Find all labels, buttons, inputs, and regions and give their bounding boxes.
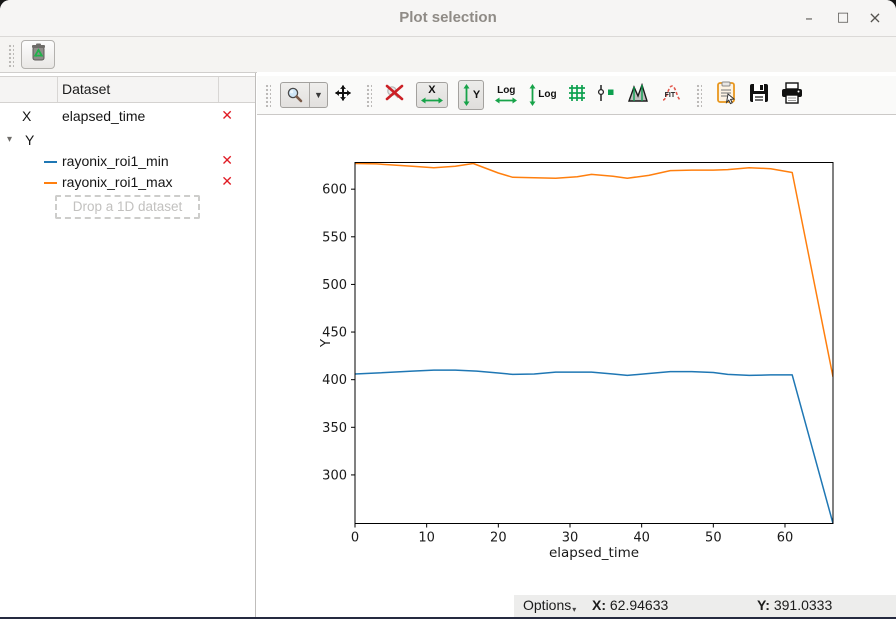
- plot-toolbar: ▼: [257, 76, 896, 115]
- clear-all-button[interactable]: [21, 40, 55, 69]
- y-group-label: Y: [25, 129, 34, 151]
- copy-icon: [714, 81, 738, 110]
- x-log-icon: Log: [494, 86, 518, 105]
- y-tick-label: 550: [322, 230, 347, 245]
- remove-y-min-icon[interactable]: ✕: [221, 151, 233, 172]
- maximize-button[interactable]: □: [828, 0, 858, 36]
- x-dataset-name: elapsed_time: [62, 103, 145, 129]
- x-autoscale-icon: X: [420, 85, 444, 105]
- histogram-icon: [627, 83, 651, 108]
- zoom-mode-button[interactable]: ▼: [280, 82, 328, 108]
- plot-curve-rayonix_roi1_min: [355, 370, 833, 523]
- plot-toolbar-drag-handle[interactable]: [264, 83, 271, 107]
- x-tick-label: 10: [418, 531, 435, 546]
- x-tick-label: 30: [562, 531, 579, 546]
- grid-icon: [567, 83, 587, 108]
- x-axis-role-label: X: [22, 103, 31, 129]
- y-dataset-row-min[interactable]: rayonix_roi1_min ✕: [0, 151, 255, 172]
- y-readout-label: Y:: [757, 597, 770, 613]
- cursor-y-readout: Y: 391.0333: [757, 597, 832, 613]
- x-tick-label: 60: [777, 531, 794, 546]
- zoom-back-icon: [384, 83, 406, 108]
- y-autoscale-icon: Y: [462, 83, 480, 107]
- x-log-button[interactable]: Log: [494, 86, 518, 105]
- y-log-icon: Log: [528, 83, 556, 107]
- cursor-x-readout: X: 62.94633: [592, 597, 668, 613]
- status-bar: Options▾ X: 62.94633 Y: 391.0333: [514, 595, 896, 617]
- y-tick-label: 450: [322, 326, 347, 341]
- zoom-icon: [281, 83, 309, 107]
- print-icon: [780, 82, 804, 109]
- toolbar-separator-handle[interactable]: [365, 83, 372, 107]
- dataset-panel: Dataset X elapsed_time ✕ ▾ Y rayonix_roi…: [0, 73, 256, 619]
- y-dataset-name-min: rayonix_roi1_min: [62, 151, 169, 172]
- recycle-trash-icon: [29, 42, 48, 67]
- dataset-table-header: Dataset: [0, 76, 255, 103]
- fit-button[interactable]: FIT: [661, 83, 683, 108]
- zoom-dropdown-arrow-icon[interactable]: ▼: [309, 83, 327, 107]
- y-tick-label: 400: [322, 373, 347, 388]
- y-readout-value: 391.0333: [774, 597, 832, 613]
- y-tick-label: 300: [322, 468, 347, 483]
- save-icon: [748, 82, 770, 109]
- grid-button[interactable]: [567, 83, 587, 108]
- remove-y-max-icon[interactable]: ✕: [221, 172, 233, 193]
- pan-icon: [333, 83, 353, 108]
- pan-button[interactable]: [333, 83, 353, 108]
- y-tick-label: 600: [322, 183, 347, 198]
- y-group-row[interactable]: ▾ Y: [0, 129, 255, 151]
- x-tick-label: 20: [490, 531, 507, 546]
- x-autoscale-button[interactable]: X: [416, 82, 448, 108]
- x-tick-label: 50: [705, 531, 722, 546]
- zoom-back-button[interactable]: [384, 83, 406, 108]
- y-autoscale-button[interactable]: Y: [458, 80, 484, 110]
- drop-1d-dataset-zone[interactable]: Drop a 1D dataset: [55, 195, 200, 219]
- chevron-down-icon: ▾: [571, 605, 576, 614]
- column-divider: [57, 77, 58, 102]
- print-button[interactable]: [780, 82, 804, 109]
- curve-style-button[interactable]: [597, 83, 617, 108]
- x-readout-label: X:: [592, 597, 606, 613]
- y-tick-label: 350: [322, 421, 347, 436]
- y-tick-label: 500: [322, 278, 347, 293]
- main-toolbar: [0, 37, 896, 73]
- points-style-icon: [597, 83, 617, 108]
- x-dataset-row[interactable]: X elapsed_time ✕: [0, 103, 255, 129]
- toolbar-separator-handle[interactable]: [695, 83, 702, 107]
- x-tick-label: 0: [351, 531, 359, 546]
- column-divider: [218, 77, 219, 102]
- dataset-column-header: Dataset: [62, 77, 110, 102]
- plot-axes-box: [355, 163, 833, 524]
- minimize-button[interactable]: –: [794, 0, 824, 36]
- y-dataset-row-max[interactable]: rayonix_roi1_max ✕: [0, 172, 255, 193]
- window-title: Plot selection: [0, 0, 896, 36]
- y-dataset-name-max: rayonix_roi1_max: [62, 172, 173, 193]
- options-menu-button[interactable]: Options▾: [523, 597, 576, 614]
- remove-x-dataset-icon[interactable]: ✕: [221, 103, 233, 129]
- fit-icon: FIT: [661, 83, 683, 108]
- histogram-button[interactable]: [627, 83, 651, 108]
- x-readout-value: 62.94633: [610, 597, 668, 613]
- copy-button[interactable]: [714, 81, 738, 110]
- plot-canvas[interactable]: 0 10 20 30 40 50 60 300 350 400 450 500 550 600 elapse…: [300, 130, 870, 578]
- plot-curve-rayonix_roi1_max: [355, 164, 833, 377]
- titlebar: Plot selection – □ ×: [0, 0, 896, 37]
- plot-area: ▼: [257, 72, 896, 619]
- y-axis-title: Y: [318, 338, 334, 348]
- x-axis-title: elapsed_time: [549, 545, 639, 561]
- chevron-down-icon[interactable]: ▾: [7, 129, 12, 151]
- x-tick-label: 40: [633, 531, 650, 546]
- close-button[interactable]: ×: [860, 0, 890, 36]
- y-log-button[interactable]: Log: [528, 83, 556, 107]
- curve-color-swatch: [44, 182, 57, 184]
- save-button[interactable]: [748, 82, 770, 109]
- plot-selection-window: Plot selection – □ × Datas: [0, 0, 896, 619]
- toolbar-drag-handle[interactable]: [7, 43, 14, 67]
- curve-color-swatch: [44, 161, 57, 163]
